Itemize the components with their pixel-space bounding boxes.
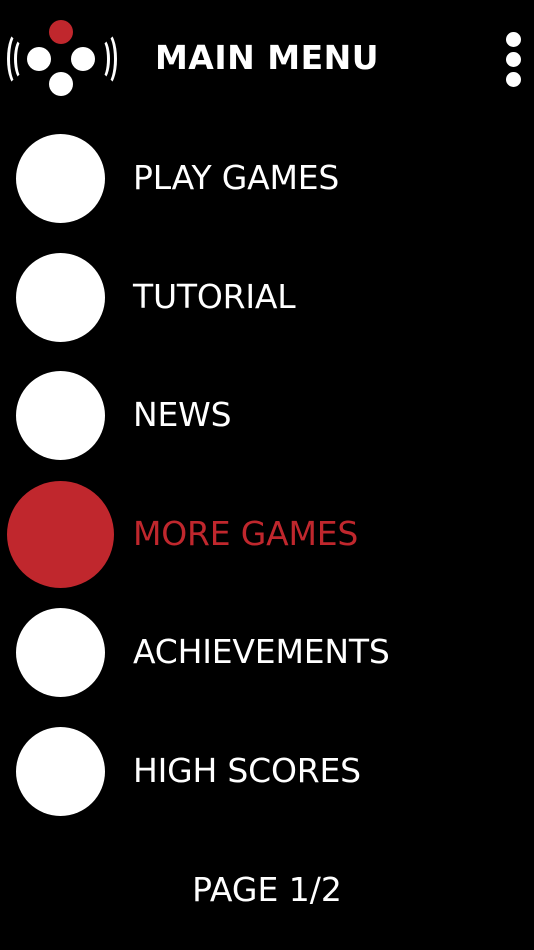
menu-item-high-scores[interactable]: HIGH SCORES (0, 713, 534, 832)
menu-item-label: HIGH SCORES (133, 750, 361, 790)
menu-item-news[interactable]: NEWS (0, 357, 534, 476)
menu-item-play-games[interactable]: PLAY GAMES (0, 120, 534, 239)
menu-item-circle-icon (16, 371, 105, 460)
kebab-dot (506, 72, 521, 87)
menu-item-tutorial[interactable]: TUTORIAL (0, 239, 534, 358)
menu-item-circle-icon (16, 608, 105, 697)
page-indicator: PAGE 1/2 (192, 870, 342, 909)
menu-item-circle-icon (16, 252, 105, 342)
menu-item-label: ACHIEVEMENTS (133, 632, 390, 671)
menu-item-label: PLAY GAMES (133, 158, 340, 197)
kebab-menu-icon[interactable] (504, 30, 524, 90)
menu-item-achievements[interactable]: ACHIEVEMENTS (0, 594, 534, 713)
menu-item-label: NEWS (133, 395, 232, 434)
menu-item-circle-icon (16, 134, 105, 223)
main-menu-list: PLAY GAMES TUTORIAL NEWS MORE GAMES ACHI… (0, 120, 534, 831)
menu-item-circle-icon (16, 726, 105, 816)
menu-item-label: TUTORIAL (133, 276, 296, 316)
menu-item-more-games[interactable]: MORE GAMES (0, 476, 534, 595)
menu-item-circle-icon (7, 480, 114, 588)
page-title: MAIN MENU (154, 38, 380, 77)
menu-item-label: MORE GAMES (133, 513, 359, 553)
main-menu-screen: MAIN MENU PLAY GAMES TUTORIAL NEWS MORE … (0, 0, 534, 950)
kebab-dot (506, 52, 521, 67)
kebab-dot (506, 32, 521, 47)
